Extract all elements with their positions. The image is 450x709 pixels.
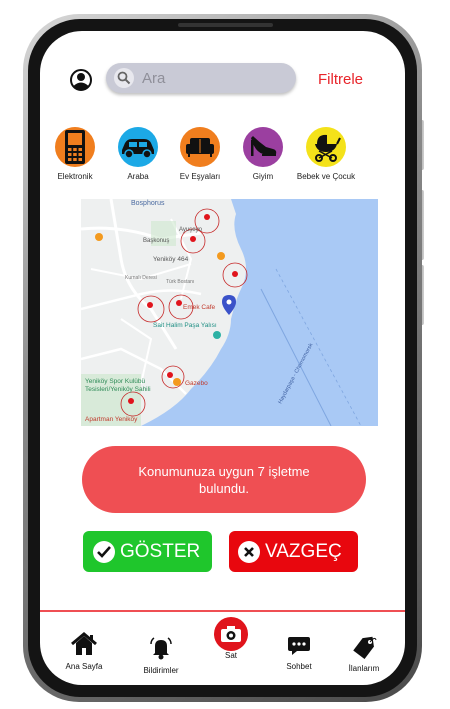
nav-label: Bildirimler [143,666,179,675]
results-banner: Konumunuza uygun 7 işletme bulundu. [82,446,366,513]
home-icon [71,632,97,655]
stroller-icon [306,127,346,167]
chat-icon [288,637,310,655]
category-baby-kids[interactable]: Bebek ve Çocuk [286,127,366,181]
map-label: Apartman Yeniköy [85,416,138,423]
map-label: Emek Cafe [183,304,216,311]
map-label: Ayuşeyo [179,227,203,233]
nav-divider [40,610,405,612]
camera-icon [214,617,248,651]
profile-icon[interactable] [70,69,92,91]
show-button[interactable]: GÖSTER [83,531,212,572]
bell-icon [150,637,172,660]
close-icon [238,540,260,563]
map-label: Yeniköy Spor Kulübü [85,378,145,385]
car-icon [118,127,158,167]
nav-label: Sat [224,651,237,660]
phone-frame: Filtrele Elektronik Araba [23,14,422,702]
search-input[interactable] [142,69,282,87]
app-screen: Filtrele Elektronik Araba [40,31,405,685]
map-label: Yeniköy 464 [153,256,189,263]
category-row: Elektronik Araba Ev Eşyaları Giyim Bebek… [40,127,405,207]
search-icon [114,68,134,88]
nav-notifications[interactable]: Bildirimler [136,635,186,675]
map-label: Gazebo [185,380,208,387]
results-text: Konumunuza uygun 7 işletme bulundu. [138,463,310,496]
map-label: Kurnalı Deresi [125,275,157,281]
map-view[interactable]: Bosphorus Ayuşeyo Başkonuş Yeniköy 464 T… [81,199,378,426]
nav-label: Ana Sayfa [65,662,103,671]
nav-home[interactable]: Ana Sayfa [58,631,110,671]
category-label: Bebek ve Çocuk [296,172,356,181]
phone-icon [55,127,95,167]
nav-label: İlanlarım [348,664,380,673]
speaker-grill [178,23,273,27]
tag-icon [353,636,377,660]
sofa-icon [180,127,220,167]
map-label: Başkonuş [143,238,169,244]
check-icon [93,540,115,563]
nav-label: Sohbet [286,662,312,671]
map-label: Türk Bostanı [166,279,194,285]
nav-my-listings[interactable]: İlanlarım [342,635,386,673]
cancel-button[interactable]: VAZGEÇ [229,531,358,572]
nav-sell[interactable]: Sat [210,617,252,660]
map-label: Bosphorus [131,200,165,207]
nav-chat[interactable]: Sohbet [276,635,322,671]
map-label: Tesisleri/Yeniköy Sahili [85,386,151,393]
map-canvas: Bosphorus Ayuşeyo Başkonuş Yeniköy 464 T… [81,199,378,426]
search-bar[interactable] [106,63,296,93]
show-button-label: GÖSTER [120,540,201,562]
high-heel-icon [243,127,283,167]
top-bar: Filtrele [40,31,405,121]
filter-button[interactable]: Filtrele [318,71,363,88]
cancel-button-label: VAZGEÇ [265,540,342,562]
map-label: Sait Halim Paşa Yalısı [153,322,217,329]
